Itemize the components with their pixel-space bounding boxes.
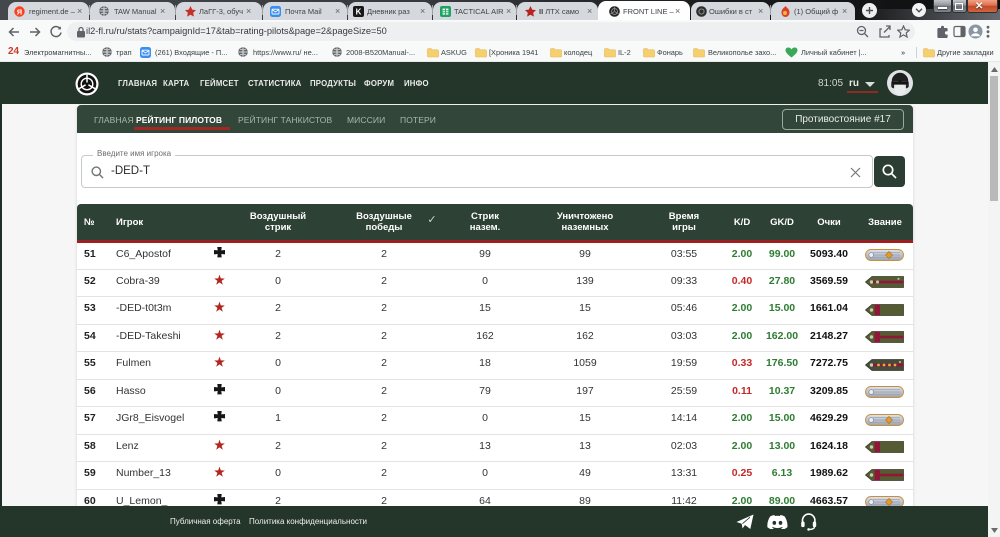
svg-text:Я: Я [17, 7, 22, 16]
svg-text:K: K [356, 8, 362, 17]
